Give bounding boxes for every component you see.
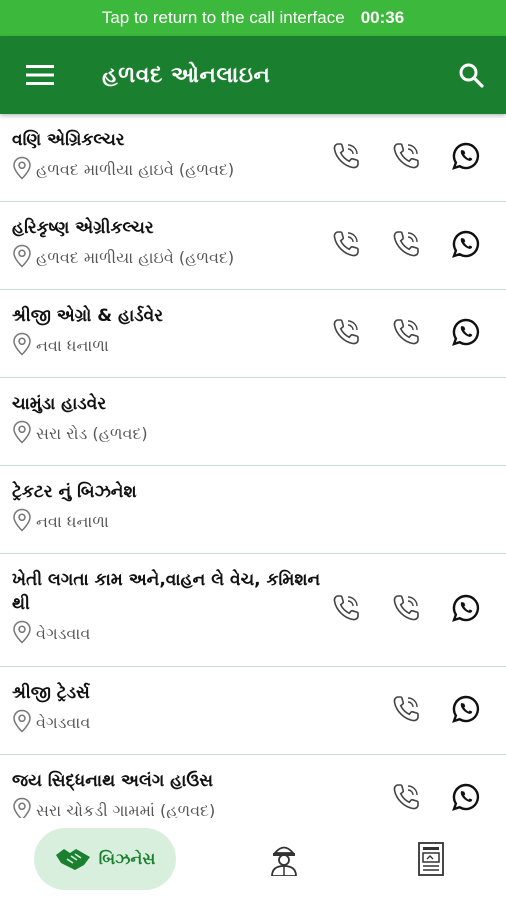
phone-icon	[331, 141, 361, 175]
empty-action-slot	[316, 769, 376, 819]
worker-icon	[271, 846, 297, 876]
call-button-primary[interactable]	[316, 128, 376, 188]
phone-icon	[331, 593, 361, 627]
location-pin-icon	[12, 797, 36, 818]
business-location-text: નવા ધનાળા	[36, 512, 109, 531]
app-title: હળવદ ઓનલાઇન	[102, 62, 271, 88]
hamburger-menu-icon	[26, 65, 54, 85]
whatsapp-button[interactable]	[436, 769, 496, 819]
app-bar: હળવદ ઓનલાઇન	[0, 36, 506, 114]
business-name: ચામુંડા હાડવેર	[12, 394, 107, 414]
whatsapp-button[interactable]	[436, 216, 496, 276]
location-pin-icon	[12, 420, 36, 448]
location-pin-icon	[12, 156, 36, 184]
call-button-primary[interactable]	[316, 216, 376, 276]
phone-icon	[331, 229, 361, 263]
business-name: જય સિદ્ધનાથ અલંગ હાઉસ	[12, 771, 214, 791]
location-pin-icon	[12, 709, 36, 737]
phone-icon	[331, 317, 361, 351]
empty-action-slot	[316, 681, 376, 741]
business-name: ટ્રેકટર નું બિઝનેશ	[12, 482, 137, 502]
business-list-item[interactable]: ચામુંડા હાડવેર સરા રોડ (હળવદ)	[0, 378, 506, 466]
whatsapp-button[interactable]	[436, 128, 496, 188]
business-list-item[interactable]: શ્રીજી ટ્રેડર્સ વેગડવાવ	[0, 667, 506, 755]
handshake-icon	[55, 849, 90, 870]
whatsapp-icon	[451, 782, 481, 816]
business-location-text: નવા ધનાળા	[36, 336, 109, 355]
nav-business-tab[interactable]: બિઝનેસ	[34, 828, 176, 890]
call-button-secondary[interactable]	[376, 128, 436, 188]
nav-news-tab[interactable]	[392, 828, 472, 890]
business-list-item[interactable]: શ્રીજી એગ્રો & હાર્ડવેર નવા ધનાળા	[0, 290, 506, 378]
business-name: ખેતી લગતા કામ અને,વાહન લે વેચ, કમિશન થી	[12, 570, 321, 614]
business-location-text: સરા ચોકડી ગામમાં (હળવદ)	[36, 801, 216, 818]
business-name: શ્રીજી એગ્રો & હાર્ડવેર	[12, 306, 164, 326]
location-pin-icon	[12, 620, 36, 648]
whatsapp-icon	[451, 593, 481, 627]
business-location-text: વેગડવાવ	[36, 713, 91, 732]
menu-button[interactable]	[0, 36, 80, 114]
whatsapp-icon	[451, 694, 481, 728]
business-location-text: હળવદ માળીયા હાઇવે (હળવદ)	[36, 160, 235, 179]
business-name: વણિ એગ્રિકલ્ચર	[12, 130, 125, 150]
business-name: હરિકૃષ્ણ એગ્રીકલ્ચર	[12, 218, 154, 238]
contact-actions	[316, 202, 496, 289]
return-to-call-banner[interactable]: Tap to return to the call interface 00:3…	[0, 0, 506, 36]
nav-business-label: બિઝનેસ	[98, 849, 156, 868]
location-pin-icon	[12, 332, 36, 360]
search-button[interactable]	[436, 36, 506, 114]
phone-icon	[391, 141, 421, 175]
location-pin-icon	[12, 508, 36, 536]
business-location-text: સરા રોડ (હળવદ)	[36, 424, 148, 443]
search-icon	[459, 63, 484, 88]
call-button-secondary[interactable]	[376, 304, 436, 364]
newspaper-icon	[418, 842, 444, 876]
business-list-item[interactable]: જય સિદ્ધનાથ અલંગ હાઉસ સરા ચોકડી ગામમાં (હ…	[0, 755, 506, 818]
business-list-item[interactable]: વણિ એગ્રિકલ્ચર હળવદ માળીયા હાઇવે (હળવદ)	[0, 114, 506, 202]
contact-actions	[316, 114, 496, 201]
business-location: સરા રોડ (હળવદ)	[12, 420, 506, 448]
contact-actions	[316, 755, 496, 818]
whatsapp-icon	[451, 229, 481, 263]
call-button-primary[interactable]	[376, 681, 436, 741]
call-button-primary[interactable]	[316, 304, 376, 364]
business-list-item[interactable]: હરિકૃષ્ણ એગ્રીકલ્ચર હળવદ માળીયા હાઇવે (હળ…	[0, 202, 506, 290]
call-button-secondary[interactable]	[376, 216, 436, 276]
whatsapp-icon	[451, 317, 481, 351]
call-banner-text: Tap to return to the call interface	[101, 8, 345, 27]
contact-actions	[316, 667, 496, 754]
contact-actions	[316, 290, 496, 377]
business-location: નવા ધનાળા	[12, 508, 506, 536]
whatsapp-button[interactable]	[436, 681, 496, 741]
phone-icon	[391, 694, 421, 728]
bottom-navigation: બિઝનેસ	[0, 818, 506, 900]
phone-icon	[391, 782, 421, 816]
whatsapp-icon	[451, 141, 481, 175]
business-name: શ્રીજી ટ્રેડર્સ	[12, 683, 90, 703]
phone-icon	[391, 229, 421, 263]
call-button-secondary[interactable]	[376, 580, 436, 640]
call-timer: 00:36	[360, 8, 405, 27]
call-button-primary[interactable]	[376, 769, 436, 819]
business-list[interactable]: વણિ એગ્રિકલ્ચર હળવદ માળીયા હાઇવે (હળવદ) હર…	[0, 114, 506, 818]
business-location-text: હળવદ માળીયા હાઇવે (હળવદ)	[36, 248, 235, 267]
location-pin-icon	[12, 244, 36, 272]
call-button-primary[interactable]	[316, 580, 376, 640]
whatsapp-button[interactable]	[436, 304, 496, 364]
business-list-item[interactable]: ટ્રેકટર નું બિઝનેશ નવા ધનાળા	[0, 466, 506, 554]
business-location-text: વેગડવાવ	[36, 624, 91, 643]
phone-icon	[391, 317, 421, 351]
whatsapp-button[interactable]	[436, 580, 496, 640]
contact-actions	[316, 554, 496, 666]
nav-workers-tab[interactable]	[244, 828, 324, 890]
business-list-item[interactable]: ખેતી લગતા કામ અને,વાહન લે વેચ, કમિશન થી વ…	[0, 554, 506, 667]
phone-icon	[391, 593, 421, 627]
